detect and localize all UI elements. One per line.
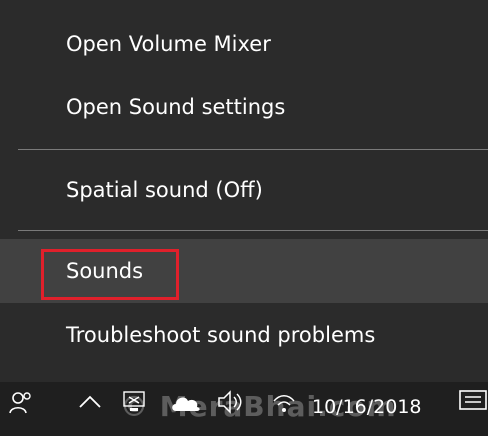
taskbar-clock[interactable]: 10/16/2018 — [312, 396, 422, 418]
menu-item-label: Open Volume Mixer — [66, 32, 271, 56]
action-center-icon[interactable] — [458, 388, 488, 414]
sound-context-menu: Open Volume Mixer Open Sound settings Sp… — [0, 0, 488, 382]
menu-divider — [18, 149, 488, 150]
chevron-up-icon[interactable] — [74, 386, 106, 418]
menu-item-open-volume-mixer[interactable]: Open Volume Mixer — [0, 12, 488, 76]
taskbar: © MeraBhai.com 10/16/2018 — [0, 382, 488, 436]
menu-item-label: Spatial sound (Off) — [66, 178, 263, 202]
people-icon[interactable] — [4, 386, 36, 418]
menu-item-label: Open Sound settings — [66, 95, 286, 119]
menu-item-troubleshoot-sound[interactable]: Troubleshoot sound problems — [0, 303, 488, 367]
annotation-highlight-box — [41, 249, 179, 300]
menu-divider — [18, 230, 488, 231]
menu-item-spatial-sound[interactable]: Spatial sound (Off) — [0, 158, 488, 222]
menu-item-open-sound-settings[interactable]: Open Sound settings — [0, 75, 488, 139]
menu-item-label: Troubleshoot sound problems — [66, 323, 376, 347]
